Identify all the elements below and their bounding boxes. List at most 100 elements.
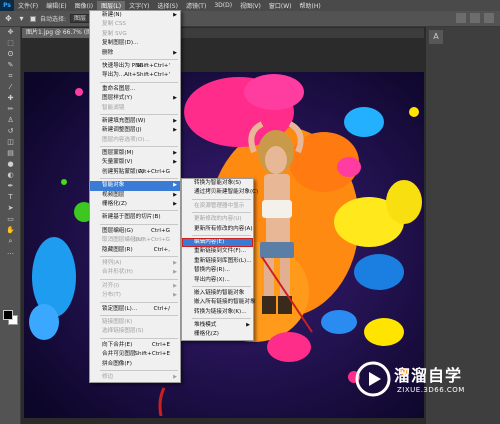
smart-object-menu-item-label: 重新链接到文件(F)...	[194, 248, 247, 255]
layer-menu-item-label: 图层内容选项(O)...	[102, 136, 150, 143]
layer-menu-item-label: 栅格化(Z)	[102, 201, 127, 208]
smart-object-menu-item[interactable]: 转换为智能对象(S)	[182, 179, 253, 188]
shortcut-hint: Alt+Ctrl+G	[138, 168, 170, 175]
smart-object-menu-item[interactable]: 编辑内容(E)	[182, 237, 253, 248]
layer-menu-item[interactable]: 矢量蒙版(V) ▶	[90, 158, 180, 167]
smart-object-menu-item: 在资源管理器中显示	[182, 202, 253, 211]
smart-object-menu-item[interactable]: 嵌入链接的智能对象	[182, 289, 253, 298]
chevron-right-icon: ▶	[173, 292, 177, 299]
layer-menu-item-label: 新建(N)	[102, 12, 122, 18]
layer-menu-item[interactable]: 重命名图层...	[90, 85, 180, 94]
layer-menu-item-label: 复制 CSS	[102, 21, 126, 28]
watermark-url: ZIXUE.3D66.COM	[397, 386, 465, 394]
layer-menu-item: 智能滤镜	[90, 104, 180, 113]
smart-object-menu-item-label: 替换内容(R)...	[194, 267, 230, 274]
layer-menu-item-label: 视频图层	[102, 191, 125, 198]
shortcut-hint: Shift+Ctrl+'	[136, 62, 170, 69]
watermark: 溜溜自学 ZIXUE.3D66.COM	[354, 352, 494, 410]
layer-menu-item: 分布(T) ▶	[90, 291, 180, 300]
chevron-right-icon: ▶	[173, 127, 177, 134]
layer-menu-item: 图层内容选项(O)...	[90, 136, 180, 145]
layer-menu-item[interactable]: 隐藏图层(R) Ctrl+,	[90, 246, 180, 255]
smart-object-menu-item-label: 重新链接到库图形(L)...	[194, 257, 252, 264]
smart-object-menu-item[interactable]: 通过拷贝新建智能对象(C)	[182, 188, 258, 197]
smart-object-menu-item[interactable]: 重新链接到库图形(L)...	[182, 257, 253, 266]
layer-menu-item[interactable]: 新建填充图层(W) ▶	[90, 117, 180, 126]
layer-menu-item: 对齐(I) ▶	[90, 282, 180, 291]
smart-object-menu-item[interactable]: 导出内容(X)...	[182, 276, 253, 285]
smart-object-menu-item-label: 栅格化(Z)	[194, 331, 219, 338]
layer-menu-item[interactable]: 快速导出为 PNG Shift+Ctrl+'	[90, 62, 180, 71]
layer-menu-item[interactable]: 新建(N) ▶	[90, 11, 180, 20]
layer-menu-item: 取消图层编组(U) Shift+Ctrl+G	[90, 236, 180, 245]
layer-menu-item: 链接图层(K)	[90, 318, 180, 327]
layer-menu-item-label: 排列(A)	[102, 259, 122, 266]
smart-object-menu-item-label: 转换为智能对象(S)	[194, 180, 242, 186]
layer-menu-item-label: 新建基于图层的切片(B)	[102, 214, 161, 221]
layer-menu-item-label: 新建填充图层(W)	[102, 117, 146, 124]
layer-menu-item[interactable]: 创建剪贴蒙版(C) Alt+Ctrl+G	[90, 168, 180, 177]
layer-menu-item[interactable]: 栅格化(Z) ▶	[90, 200, 180, 209]
layer-menu-item: 合并形状(H) ▶	[90, 268, 180, 277]
layer-menu-item[interactable]: 复制图层(D)...	[90, 39, 180, 48]
smart-object-menu-item-label: 堆栈模式	[194, 322, 217, 329]
layer-menu-item-label: 隐藏图层(R)	[102, 246, 133, 253]
layer-menu-item[interactable]: 向下合并(E) Ctrl+E	[90, 341, 180, 350]
layer-menu-item-label: 对齐(I)	[102, 282, 120, 289]
layer-menu-item[interactable]: 导出为... Alt+Shift+Ctrl+'	[90, 71, 180, 80]
layer-menu-item[interactable]: 智能对象 ▶	[90, 181, 180, 191]
chevron-right-icon: ▶	[173, 182, 177, 189]
layer-menu-item-label: 分布(T)	[102, 292, 121, 299]
layer-menu-item[interactable]: 锁定图层(L)... Ctrl+/	[90, 305, 180, 314]
smart-object-menu-item-label: 在资源管理器中显示	[194, 202, 245, 209]
smart-object-menu-item[interactable]: 更新所有修改的内容(A)	[182, 225, 253, 234]
layer-menu-item[interactable]: 图层样式(Y) ▶	[90, 94, 180, 103]
layer-menu-item[interactable]: 合并可见图层 Shift+Ctrl+E	[90, 350, 180, 359]
layer-menu-item[interactable]: 新建基于图层的切片(B)	[90, 213, 180, 222]
chevron-right-icon: ▶	[173, 95, 177, 102]
layer-menu-item[interactable]: 删除 ▶	[90, 49, 180, 58]
smart-object-menu-item-label: 更新修改的内容(U)	[194, 216, 242, 223]
shortcut-hint: Alt+Shift+Ctrl+'	[124, 72, 170, 79]
layer-menu-item-label: 复制 SVG	[102, 30, 127, 37]
chevron-right-icon: ▶	[173, 191, 177, 198]
smart-object-menu-item[interactable]: 嵌入所有链接的智能对象	[182, 298, 256, 307]
layer-menu-item[interactable]: 图层蒙版(M) ▶	[90, 149, 180, 158]
smart-object-menu-item-label: 导出内容(X)...	[194, 276, 230, 283]
shortcut-hint: Ctrl+G	[151, 227, 170, 234]
smart-object-menu-item[interactable]: 栅格化(Z)	[182, 330, 253, 339]
annotation-arrow	[261, 256, 313, 333]
smart-object-menu-item: 更新修改的内容(U)	[182, 215, 253, 224]
chevron-right-icon: ▶	[173, 269, 177, 276]
smart-object-menu-item[interactable]: 重新链接到文件(F)...	[182, 247, 253, 256]
layer-menu-item-label: 链接图层(K)	[102, 318, 133, 325]
smart-object-submenu: 转换为智能对象(S) 通过拷贝新建智能对象(C) 在资源管理器中显示 更新修改的内容(…	[181, 178, 258, 341]
layer-menu-item-label: 合并可见图层	[102, 351, 136, 358]
smart-object-menu-item-label: 更新所有修改的内容(A)	[194, 225, 253, 232]
layer-menu-item: 选择链接图层(S)	[90, 327, 180, 336]
shortcut-hint: Ctrl+/	[153, 305, 170, 312]
shortcut-hint: Ctrl+,	[153, 246, 170, 253]
chevron-right-icon: ▶	[173, 259, 177, 266]
smart-object-menu-item-label: 嵌入所有链接的智能对象	[194, 299, 256, 306]
chevron-right-icon: ▶	[173, 159, 177, 166]
layer-menu-item[interactable]: 视频图层 ▶	[90, 191, 180, 200]
annotation-stroke	[158, 387, 166, 417]
chevron-right-icon: ▶	[173, 150, 177, 157]
layer-menu-item-label: 选择链接图层(S)	[102, 328, 144, 335]
smart-object-menu-item[interactable]: 替换内容(R)...	[182, 266, 253, 275]
layer-menu-item: 复制 SVG	[90, 30, 180, 39]
layer-menu-item-label: 锁定图层(L)...	[102, 305, 138, 312]
layer-menu-item[interactable]: 新建调整图层(J) ▶	[90, 126, 180, 135]
layer-menu-item-label: 修边	[102, 373, 114, 380]
layer-menu-item-label: 创建剪贴蒙版(C)	[102, 168, 144, 175]
chevron-right-icon: ▶	[173, 282, 177, 289]
layer-menu-item-label: 智能滤镜	[102, 104, 125, 111]
layer-menu-item-label: 向下合并(E)	[102, 341, 133, 348]
smart-object-menu-item[interactable]: 堆栈模式 ▶	[182, 321, 253, 330]
layer-menu-item[interactable]: 图层编组(G) Ctrl+G	[90, 227, 180, 236]
chevron-right-icon: ▶	[246, 322, 250, 329]
smart-object-menu-item-label: 转换为链接对象(K)...	[194, 308, 247, 315]
layer-menu-item[interactable]: 拼合图像(F)	[90, 360, 180, 369]
smart-object-menu-item[interactable]: 转换为链接对象(K)...	[182, 308, 253, 317]
